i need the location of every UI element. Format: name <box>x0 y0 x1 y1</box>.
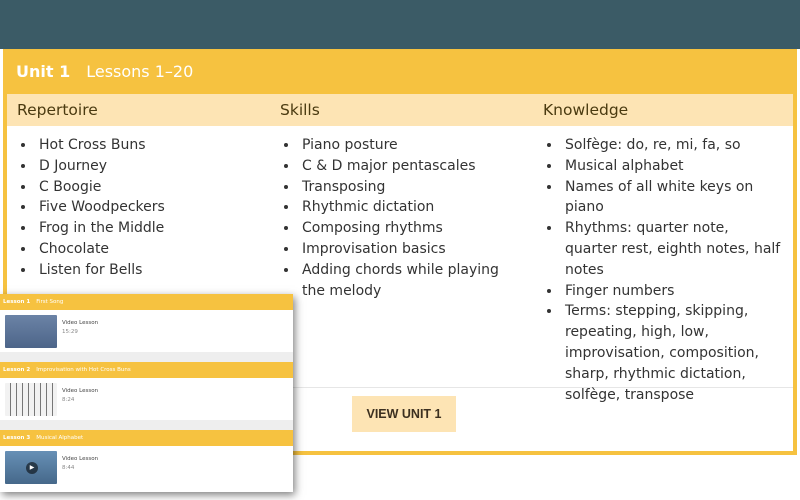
play-icon: ▶ <box>26 462 38 474</box>
knowledge-list: Solfège: do, re, mi, fa, so Musical alph… <box>543 135 783 405</box>
list-item: Listen for Bells <box>36 260 267 281</box>
lesson-body: ▶ Video Lesson 8:44 <box>0 446 293 488</box>
unit-subtitle: Lessons 1–20 <box>86 62 194 81</box>
divider <box>0 420 293 430</box>
list-item: Frog in the Middle <box>36 218 267 239</box>
repertoire-heading: Repertoire <box>17 101 98 119</box>
lesson-row[interactable]: Lesson 3 Musical Alphabet ▶ Video Lesson… <box>0 430 293 492</box>
list-item: Adding chords while playing the melody <box>299 260 520 302</box>
lesson-meta: Video Lesson 15:29 <box>62 320 98 335</box>
view-unit-button[interactable]: VIEW UNIT 1 <box>352 396 456 432</box>
lesson-header: Lesson 3 Musical Alphabet <box>0 430 293 446</box>
lesson-list-preview: Lesson 1 First Song Video Lesson 15:29 L… <box>0 294 293 492</box>
teacher-video-thumbnail[interactable] <box>5 315 57 348</box>
list-item: Rhythms: quarter note, quarter rest, eig… <box>562 218 783 280</box>
list-item: C & D major pentascales <box>299 156 520 177</box>
list-item: Transposing <box>299 177 520 198</box>
list-item: Composing rhythms <box>299 218 520 239</box>
list-item: Chocolate <box>36 239 267 260</box>
lesson-meta: Video Lesson 8:44 <box>62 456 98 471</box>
list-item: Five Woodpeckers <box>36 197 267 218</box>
list-item: D Journey <box>36 156 267 177</box>
lesson-row[interactable]: Lesson 1 First Song Video Lesson 15:29 <box>0 294 293 362</box>
list-item: Piano posture <box>299 135 520 156</box>
skills-heading: Skills <box>280 101 320 119</box>
play-video-thumbnail[interactable]: ▶ <box>5 451 57 484</box>
unit-title: Unit 1 <box>16 62 71 81</box>
list-item: Finger numbers <box>562 281 783 302</box>
lesson-number: Lesson 3 <box>3 435 31 441</box>
list-item: Hot Cross Buns <box>36 135 267 156</box>
lesson-body: Video Lesson 15:29 <box>0 310 293 352</box>
lesson-duration: 8:44 <box>62 465 75 471</box>
lesson-title: Improvisation with Hot Cross Buns <box>36 367 131 373</box>
lesson-title: First Song <box>36 299 64 305</box>
lesson-type: Video Lesson <box>62 456 99 462</box>
piano-keys-thumbnail[interactable] <box>5 383 57 416</box>
repertoire-list: Hot Cross Buns D Journey C Boogie Five W… <box>17 135 267 281</box>
skills-list: Piano posture C & D major pentascales Tr… <box>280 135 520 301</box>
list-item: Solfège: do, re, mi, fa, so <box>562 135 783 156</box>
top-banner <box>0 0 800 49</box>
lesson-meta: Video Lesson 8:24 <box>62 388 98 403</box>
column-headings: Repertoire Skills Knowledge <box>7 94 793 126</box>
lesson-body: Video Lesson 8:24 <box>0 378 293 420</box>
lesson-title: Musical Alphabet <box>36 435 84 441</box>
list-item: Improvisation basics <box>299 239 520 260</box>
lesson-header: Lesson 1 First Song <box>0 294 293 310</box>
list-item: Musical alphabet <box>562 156 783 177</box>
list-item: Rhythmic dictation <box>299 197 520 218</box>
lesson-row[interactable]: Lesson 2 Improvisation with Hot Cross Bu… <box>0 362 293 430</box>
lesson-number: Lesson 2 <box>3 367 31 373</box>
knowledge-heading: Knowledge <box>543 101 629 119</box>
lesson-duration: 8:24 <box>62 397 75 403</box>
lesson-header: Lesson 2 Improvisation with Hot Cross Bu… <box>0 362 293 378</box>
lesson-type: Video Lesson <box>62 320 99 326</box>
lesson-duration: 15:29 <box>62 329 78 335</box>
divider <box>0 352 293 362</box>
lesson-number: Lesson 1 <box>3 299 31 305</box>
list-item: Names of all white keys on piano <box>562 177 783 219</box>
list-item: Terms: stepping, skipping, repeating, hi… <box>562 301 783 405</box>
unit-header: Unit 1 Lessons 1–20 <box>7 49 793 94</box>
lesson-type: Video Lesson <box>62 388 99 394</box>
list-item: C Boogie <box>36 177 267 198</box>
